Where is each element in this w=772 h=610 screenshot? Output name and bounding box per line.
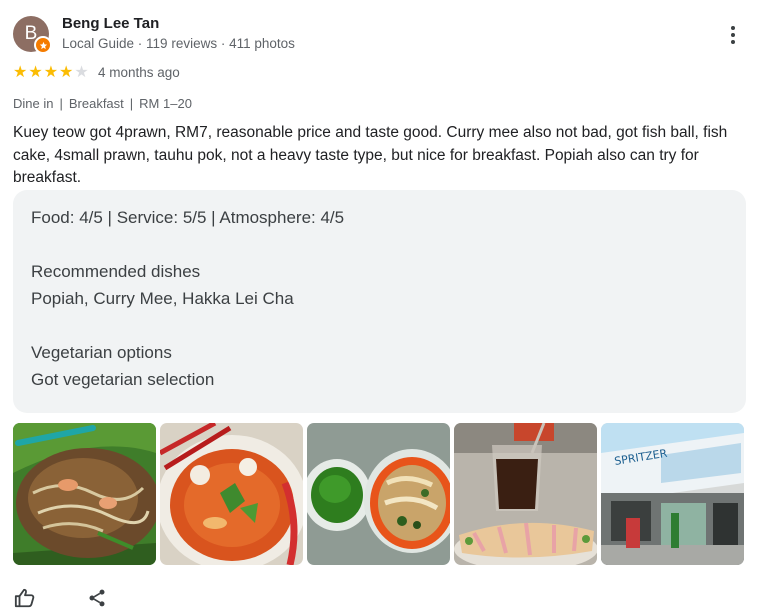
- share-icon[interactable]: [85, 586, 109, 610]
- review-actions: [13, 586, 109, 610]
- star-filled-icon: ★: [59, 64, 74, 81]
- star-filled-icon: ★: [13, 64, 28, 81]
- star-empty-icon: ★: [74, 64, 89, 81]
- star-rating: ★ ★ ★ ★ ★: [13, 64, 89, 81]
- tag-separator: |: [129, 96, 134, 111]
- sub-ratings: Food: 4/5 | Service: 5/5 | Atmosphere: 4…: [31, 208, 345, 227]
- curry-mee-photo[interactable]: [160, 423, 303, 565]
- recommended-dishes-heading: Recommended dishes: [31, 262, 201, 281]
- review-tags: Dine in | Breakfast | RM 1–20: [13, 96, 192, 111]
- recommended-dishes-value: Popiah, Curry Mee, Hakka Lei Cha: [31, 289, 294, 308]
- review-details-panel: Food: 4/5 | Service: 5/5 | Atmosphere: 4…: [13, 190, 746, 413]
- kuey-teow-photo[interactable]: [13, 423, 156, 565]
- star-filled-icon: ★: [28, 64, 43, 81]
- tag-price: RM 1–20: [139, 96, 192, 111]
- tag-separator: |: [59, 96, 63, 111]
- lei-cha-photo[interactable]: [307, 423, 450, 565]
- coffee-popiah-photo[interactable]: [454, 423, 597, 565]
- review-text: Kuey teow got 4prawn, RM7, reasonable pr…: [13, 124, 728, 186]
- vegetarian-options-value: Got vegetarian selection: [31, 370, 215, 389]
- reviewer-name[interactable]: Beng Lee Tan: [62, 15, 159, 32]
- review-photos: SPRITZER: [13, 423, 744, 565]
- reviewer-meta: Local Guide · 119 reviews · 411 photos: [62, 36, 295, 51]
- star-filled-icon: ★: [43, 64, 59, 81]
- avatar[interactable]: B: [13, 16, 52, 54]
- thumb-up-icon[interactable]: [13, 586, 37, 610]
- local-guide-badge-icon: [34, 36, 52, 54]
- vegetarian-options-heading: Vegetarian options: [31, 343, 172, 362]
- tag-service: Dine in: [13, 96, 54, 111]
- review-time: 4 months ago: [98, 65, 180, 80]
- more-options-icon[interactable]: [720, 22, 746, 48]
- shopfront-photo[interactable]: SPRITZER: [601, 423, 744, 565]
- tag-meal: Breakfast: [68, 96, 124, 111]
